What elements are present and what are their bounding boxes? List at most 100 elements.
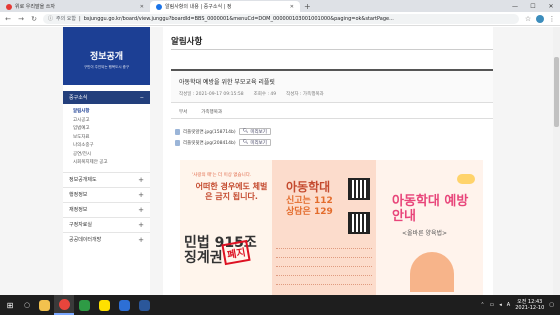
notification-icon[interactable]: ▢ [549,302,554,308]
sidebar-item-label: 재정정보 [69,207,88,213]
profile-avatar[interactable] [536,14,544,23]
sidebar-item[interactable]: 구정자료실 + [63,216,150,232]
sidebar-section-label: 중구소식 [69,95,88,101]
chevron-up-icon[interactable]: ⌃ [480,302,484,308]
taskbar: ⊞ ○ ⌃ ▭ ◂ A 오전 12:43 2021-12-10 ▢ [0,295,560,315]
new-tab-button[interactable]: + [300,1,315,12]
search-icon[interactable]: ○ [20,301,34,309]
attachment-item: 리플릿앞면.jpg(158714b) 🔍︎ 미리보기 [175,128,271,135]
leaflet-left-tagline: '사랑의 매'는 더 이상 없습니다. [192,173,252,178]
taskbar-app-chrome[interactable] [54,295,74,315]
close-icon[interactable]: ✕ [140,4,144,10]
omnibox-divider: | [79,15,81,22]
input-language[interactable]: A [507,302,510,308]
plus-icon: + [138,235,144,244]
sidebar-subitem[interactable]: 입법예고 [73,125,140,134]
department-value: 가족행복과 [201,109,222,115]
taskbar-app-word[interactable] [134,295,154,315]
windows-start-icon[interactable]: ⊞ [0,295,20,315]
leaflet-info-row [276,267,372,276]
file-icon [175,128,180,135]
maximize-button[interactable]: ☐ [524,3,542,10]
department-row: 부서 가족행복과 [171,105,493,119]
post-header: 아동학대 예방을 위한 부모교육 리플릿 작성일 : 2021-09-17 09… [171,69,493,103]
post-views: 조회수 : 49 [253,92,277,97]
qr-code-icon [348,178,370,200]
plus-icon: + [138,205,144,214]
sidebar-item[interactable]: 재정정보 + [63,201,150,217]
sidebar-title: 정보공개 [89,52,124,62]
post-title: 아동학대 예방을 위한 부모교육 리플릿 [179,79,275,86]
browser-tab-1[interactable]: 위로 우리말을 쓰자 ✕ [0,1,150,12]
tab-favicon-icon [6,3,12,10]
collapse-icon[interactable]: − [140,95,144,101]
taskbar-app-green[interactable] [74,295,94,315]
attachment-link[interactable]: 리플릿뒷면.jpg(208414b) [183,140,236,146]
close-icon[interactable]: ✕ [290,4,294,10]
kakaotalk-icon [98,299,110,311]
info-icon[interactable]: ⓘ [48,15,53,22]
taskbar-app-kakaotalk[interactable] [94,295,114,315]
main-content: 알림사항 아동학대 예방을 위한 부모교육 리플릿 작성일 : 2021-09-… [163,27,493,295]
leaflet-panel-middle: 아동학대 신고는 112 상담은 129 [272,160,376,295]
leaflet-right-subtitle: <올바른 양육법> [402,230,448,237]
back-icon[interactable]: ← [4,15,12,23]
preview-button[interactable]: 🔍︎ 미리보기 [238,139,271,146]
sidebar-subitem[interactable]: 보도자료 [73,134,140,143]
sidebar-item[interactable]: 공공데이터개방 + [63,231,150,247]
close-window-button[interactable]: ✕ [542,3,560,10]
forward-icon[interactable]: → [17,15,25,23]
preview-button-label: 미리보기 [250,129,267,135]
url-input[interactable]: ⓘ 주의 요함 | bsjunggu.go.kr/board/view.jung… [43,13,519,24]
taskbar-app-blue[interactable] [114,295,134,315]
sidebar-item-label: 구정자료실 [69,222,93,228]
leaflet-info-row [276,249,372,258]
volume-icon[interactable]: ◂ [499,302,502,308]
app-icon [118,299,130,311]
sidebar-item[interactable]: 정보공개제도 + [63,171,150,187]
page-title: 알림사항 [171,37,203,47]
reload-icon[interactable]: ↻ [30,15,38,23]
leaflet-left-headline: 어떠한 경우에도 체벌은 금지 됩니다. [195,182,268,201]
leaflet-info-row [276,276,372,285]
leaflet-info-row [276,258,372,267]
address-bar: ← → ↻ ⓘ 주의 요함 | bsjunggu.go.kr/board/vie… [0,12,560,26]
leaflet-image: '사랑의 매'는 더 이상 없습니다. 어떠한 경우에도 체벌은 금지 됩니다.… [180,160,483,295]
leaflet-panel-right: 아동학대 예방 안내 <올바른 양육법> [376,160,483,295]
browser-tabbar: 위로 우리말을 쓰자 ✕ 알림사항의 내용 | 중구소식 | 정 ✕ + — ☐… [0,0,560,12]
network-icon[interactable]: ▭ [490,302,495,308]
scrollbar-thumb[interactable] [554,57,559,127]
sidebar-section-news[interactable]: 중구소식 − [63,91,150,104]
taskbar-app-file-explorer[interactable] [34,295,54,315]
sidebar-subitem[interactable]: 나의소중구 [73,142,140,151]
star-icon[interactable]: ☆ [524,15,532,23]
plus-icon: + [138,220,144,229]
tab-favicon-icon [156,3,162,10]
page-scrollbar[interactable] [553,27,560,295]
title-divider [171,49,493,50]
clock[interactable]: 오전 12:43 2021-12-10 [515,299,544,311]
sidebar-sublist: 알림사항 고시공고 입법예고 보도자료 나의소중구 공연/전시 시회복지제안 공… [63,104,150,172]
attachment-link[interactable]: 리플릿앞면.jpg(158714b) [183,129,236,135]
sidebar-subitem[interactable]: 공연/전시 [73,151,140,160]
system-tray: ⌃ ▭ ◂ A 오전 12:43 2021-12-10 ▢ [480,299,560,311]
sidebar-item-label: 행정정보 [69,192,88,198]
leaflet-right-title: 아동학대 예방 안내 [392,194,469,224]
sidebar-subitem[interactable]: 시회복지제안 공고 [73,159,140,168]
browser-tab-2[interactable]: 알림사항의 내용 | 중구소식 | 정 ✕ [150,1,300,12]
attachment-item: 리플릿뒷면.jpg(208414b) 🔍︎ 미리보기 [175,139,271,146]
preview-button[interactable]: 🔍︎ 미리보기 [238,128,271,135]
search-icon: 🔍︎ [242,129,249,134]
sidebar-item-label: 공공데이터개방 [69,237,102,243]
tab-title: 위로 우리말을 쓰자 [15,4,55,10]
sidebar-subitem[interactable]: 고시공고 [73,117,140,126]
minimize-button[interactable]: — [506,3,524,10]
menu-icon[interactable]: ⋮ [548,15,556,23]
tab-title: 알림사항의 내용 | 중구소식 | 정 [165,4,232,10]
sidebar-item[interactable]: 행정정보 + [63,186,150,202]
sidebar-subtitle: 구민이 주인되는 행복도시 중구 [83,65,130,69]
leaflet-mid-consult: 상담은 129 [286,207,333,217]
browser-toolbar-right: ☆ ⋮ [524,14,556,23]
sidebar-subitem-notice[interactable]: 알림사항 [73,108,140,117]
url-text: bsjunggu.go.kr/board/view.junggu?boardId… [83,15,394,22]
